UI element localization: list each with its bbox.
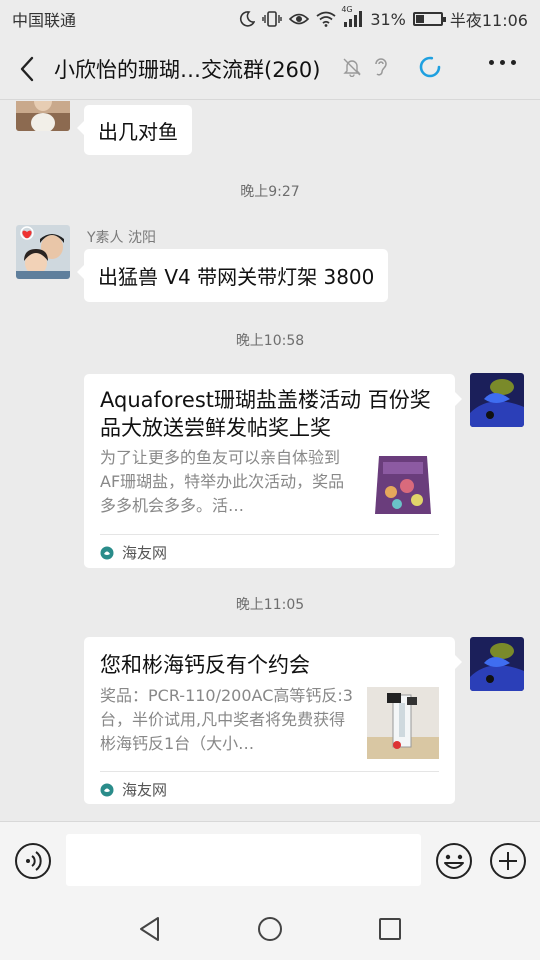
link-card[interactable]: Aquaforest珊瑚盐盖楼活动 百份奖品大放送尝鲜发帖奖上奖 为了让更多的鱼… (84, 374, 462, 568)
source-logo-icon (100, 546, 114, 559)
avatar[interactable] (470, 373, 524, 427)
voice-input-icon[interactable] (14, 842, 52, 884)
battery-icon (412, 12, 446, 26)
card-divider (100, 534, 439, 535)
bell-off-icon (342, 57, 362, 81)
system-nav-bar (0, 897, 540, 960)
chat-messages: 出几对鱼 晚上9:27 Y素人 沈阳 出猛兽 V4 带网关带灯架 3800 晚上… (0, 101, 540, 821)
plus-icon[interactable] (489, 842, 527, 884)
input-bar (0, 821, 540, 897)
card-description: 奖品：PCR-110/200AC高等钙反:3台，半价试用,凡中奖者将免费获得彬海… (100, 686, 353, 753)
card-thumbnail (367, 448, 439, 520)
source-name: 海友网 (122, 781, 168, 799)
avatar[interactable] (16, 225, 70, 279)
timestamp: 晚上9:27 (240, 184, 300, 200)
status-bar: 中国联通 4G 31% 半夜11:06 (0, 0, 540, 38)
signal-icon: 4G (341, 5, 363, 27)
emoji-icon[interactable] (435, 842, 473, 884)
avatar[interactable] (16, 101, 70, 131)
link-card[interactable]: 您和彬海钙反有个约会 奖品：PCR-110/200AC高等钙反:3台，半价试用,… (84, 637, 462, 804)
nav-recents-icon[interactable] (376, 915, 404, 947)
message-text: 出几对鱼 (98, 119, 178, 144)
source-name: 海友网 (122, 544, 168, 562)
carrier-name: 中国联通 (12, 11, 77, 30)
timestamp: 晚上11:05 (235, 597, 305, 613)
network-type: 4G (341, 5, 353, 14)
card-source: 海友网 (100, 542, 167, 563)
source-logo-icon (100, 783, 114, 796)
moon-icon (239, 11, 256, 27)
message-bubble[interactable]: 出几对鱼 (77, 105, 192, 155)
battery-percent: 31% (370, 9, 406, 29)
avatar[interactable] (470, 637, 524, 691)
card-divider (100, 771, 439, 772)
clock: 半夜11:06 (449, 11, 528, 30)
message-bubble[interactable]: 出猛兽 V4 带网关带灯架 3800 (76, 249, 389, 302)
sender-name: Y素人 沈阳 (87, 230, 157, 246)
card-source: 海友网 (100, 779, 167, 800)
nav-home-icon[interactable] (256, 915, 284, 947)
vibrate-icon (262, 11, 283, 27)
message-text: 出猛兽 V4 带网关带灯架 3800 (98, 265, 375, 289)
chat-title: 小欣怡的珊瑚…交流群(260) (54, 57, 321, 82)
back-arrow-icon[interactable] (0, 38, 54, 100)
ear-icon[interactable] (372, 56, 390, 82)
eye-icon (289, 12, 310, 26)
timestamp: 晚上10:58 (235, 333, 305, 349)
chat-header: 小欣怡的珊瑚…交流群(260) (0, 38, 540, 100)
nav-back-icon[interactable] (136, 915, 164, 947)
message-input[interactable] (66, 834, 421, 886)
card-thumbnail (367, 687, 439, 759)
more-dots-icon[interactable] (489, 60, 516, 65)
card-title: 您和彬海钙反有个约会 (100, 653, 310, 677)
wifi-icon (316, 11, 336, 27)
card-description: 为了让更多的鱼友可以亲自体验到AF珊瑚盐，特举办此次活动，奖品多多机会多多。活… (100, 448, 345, 515)
loading-spinner-icon (418, 55, 442, 83)
card-title: Aquaforest珊瑚盐盖楼活动 百份奖品大放送尝鲜发帖奖上奖 (100, 388, 431, 440)
